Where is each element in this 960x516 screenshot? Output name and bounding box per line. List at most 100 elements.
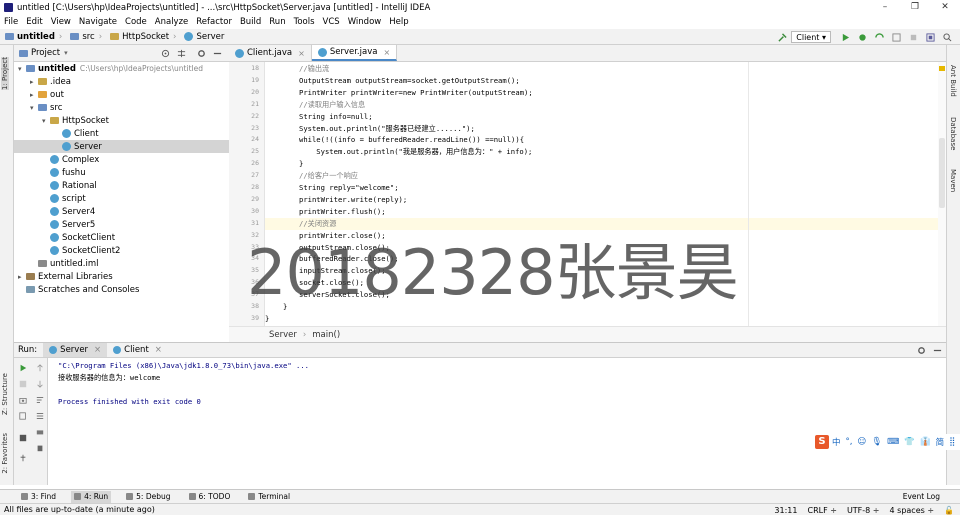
ime-item[interactable]: °,: [846, 437, 853, 447]
stop-run-icon[interactable]: [19, 380, 27, 388]
bottom-tab-todo[interactable]: 6: TODO: [186, 491, 234, 503]
ime-item[interactable]: 👔: [920, 437, 931, 447]
stop-icon[interactable]: [909, 33, 918, 42]
menu-item-help[interactable]: Help: [389, 17, 408, 27]
ime-item[interactable]: 👕: [904, 437, 915, 447]
pin-icon[interactable]: [19, 454, 27, 462]
tree-item[interactable]: ▾ src: [14, 101, 62, 114]
editor-scrollbar[interactable]: [938, 62, 946, 326]
favorites-tool-tab[interactable]: 2: Favorites: [1, 433, 9, 474]
tree-item[interactable]: script: [14, 192, 86, 205]
run-tab-server[interactable]: Server ×: [43, 343, 108, 357]
run-settings-icon[interactable]: [917, 346, 926, 355]
tree-item[interactable]: ▾ HttpSocket: [14, 114, 109, 127]
editor-crumb-method[interactable]: main(): [312, 330, 340, 340]
tree-expand-arrow-icon[interactable]: ▸: [18, 273, 26, 281]
tree-item[interactable]: Complex: [14, 153, 99, 166]
gear-icon[interactable]: [197, 49, 206, 58]
menu-item-run[interactable]: Run: [269, 17, 285, 27]
soft-wrap-icon[interactable]: [36, 396, 44, 404]
menu-item-analyze[interactable]: Analyze: [155, 17, 189, 27]
minimize-button[interactable]: –: [870, 0, 900, 15]
bottom-tab-terminal[interactable]: Terminal: [245, 491, 293, 503]
menu-item-navigate[interactable]: Navigate: [79, 17, 117, 27]
tree-item[interactable]: fushu: [14, 166, 86, 179]
tree-item[interactable]: Server5: [14, 218, 95, 231]
camera-icon[interactable]: [19, 396, 27, 404]
tree-expand-arrow-icon[interactable]: ▸: [30, 91, 38, 99]
close-icon[interactable]: ×: [94, 345, 101, 355]
menu-item-refactor[interactable]: Refactor: [196, 17, 232, 27]
bottom-tab-debug[interactable]: 5: Debug: [123, 491, 173, 503]
layout-icon[interactable]: [19, 434, 27, 442]
tree-item[interactable]: SocketClient2: [14, 244, 120, 257]
tree-item[interactable]: Client: [14, 127, 99, 140]
tree-expand-arrow-icon[interactable]: ▾: [30, 104, 38, 112]
menu-item-file[interactable]: File: [4, 17, 18, 27]
database-tool-tab[interactable]: Database: [949, 117, 957, 150]
project-view-select[interactable]: Project: [31, 48, 60, 58]
rerun-icon[interactable]: [19, 364, 27, 372]
run-tab-client[interactable]: Client ×: [107, 343, 168, 357]
menu-item-tools[interactable]: Tools: [294, 17, 315, 27]
tree-item[interactable]: Server: [14, 140, 229, 153]
maximize-button[interactable]: ❐: [900, 0, 930, 15]
close-button[interactable]: ✕: [930, 0, 960, 15]
caret-position[interactable]: 31:11: [774, 506, 797, 515]
tree-item[interactable]: untitled.iml: [14, 257, 99, 270]
breadcrumb-project[interactable]: untitled ›: [5, 32, 66, 42]
down-arrow-icon[interactable]: [36, 380, 44, 388]
editor-crumb-class[interactable]: Server: [269, 330, 297, 340]
chevron-down-icon[interactable]: ▾: [64, 49, 68, 57]
exit-icon[interactable]: [19, 412, 27, 420]
menu-item-window[interactable]: Window: [348, 17, 382, 27]
tree-item[interactable]: ▸ .idea: [14, 75, 71, 88]
up-arrow-icon[interactable]: [36, 364, 44, 372]
coverage-icon[interactable]: [875, 32, 884, 42]
project-tool-tab[interactable]: 1: Project: [1, 57, 9, 90]
tree-expand-arrow-icon[interactable]: ▾: [18, 65, 26, 73]
breadcrumb-package[interactable]: HttpSocket ›: [110, 32, 180, 42]
hide-panel-icon[interactable]: [213, 49, 222, 58]
structure-tool-tab[interactable]: Z: Structure: [1, 373, 9, 415]
collapse-all-icon[interactable]: [177, 49, 186, 58]
run-hide-icon[interactable]: [933, 346, 942, 355]
editor-tab-client[interactable]: Client.java ×: [229, 45, 312, 61]
search-everywhere-icon[interactable]: [943, 32, 952, 42]
ime-item[interactable]: 🎙: [871, 437, 882, 447]
build-hammer-icon[interactable]: [778, 32, 787, 42]
lock-icon[interactable]: 🔓: [944, 506, 954, 515]
editor-tab-server[interactable]: Server.java ×: [311, 45, 398, 61]
trash-icon[interactable]: [36, 444, 44, 452]
tree-item[interactable]: Server4: [14, 205, 95, 218]
profile-icon[interactable]: [892, 32, 901, 42]
line-separator[interactable]: CRLF ÷: [807, 506, 836, 515]
breadcrumb-src[interactable]: src ›: [70, 32, 106, 42]
tree-item[interactable]: ▾ untitled C:\Users\hp\IdeaProjects\untitl…: [14, 62, 203, 75]
event-log-tab[interactable]: Event Log: [903, 492, 940, 501]
editor-scroll-thumb[interactable]: [939, 138, 945, 208]
run-configuration-select[interactable]: Client ▾: [791, 31, 831, 43]
project-structure-icon[interactable]: [926, 32, 935, 42]
menu-item-build[interactable]: Build: [240, 17, 261, 27]
close-icon[interactable]: ×: [383, 48, 390, 57]
ant-build-tool-tab[interactable]: Ant Build: [949, 65, 957, 97]
tree-expand-arrow-icon[interactable]: ▾: [42, 117, 50, 125]
tree-item[interactable]: Scratches and Consoles: [14, 283, 139, 296]
tree-item[interactable]: Rational: [14, 179, 97, 192]
menu-item-vcs[interactable]: VCS: [323, 17, 340, 27]
tree-item[interactable]: SocketClient: [14, 231, 115, 244]
tree-item[interactable]: ▸ out: [14, 88, 64, 101]
indent-setting[interactable]: 4 spaces ÷: [890, 506, 935, 515]
locate-file-icon[interactable]: [161, 49, 170, 58]
ime-item[interactable]: 简: [936, 436, 945, 448]
sogou-logo-icon[interactable]: S: [815, 435, 829, 449]
close-icon[interactable]: ×: [155, 345, 162, 355]
debug-icon[interactable]: [858, 33, 867, 42]
tree-expand-arrow-icon[interactable]: ▸: [30, 78, 38, 86]
maven-tool-tab[interactable]: Maven: [949, 169, 957, 192]
print-icon[interactable]: [36, 428, 44, 436]
ime-item[interactable]: ⣿: [949, 437, 955, 447]
menu-item-edit[interactable]: Edit: [26, 17, 42, 27]
ime-item[interactable]: ☺: [857, 437, 866, 447]
